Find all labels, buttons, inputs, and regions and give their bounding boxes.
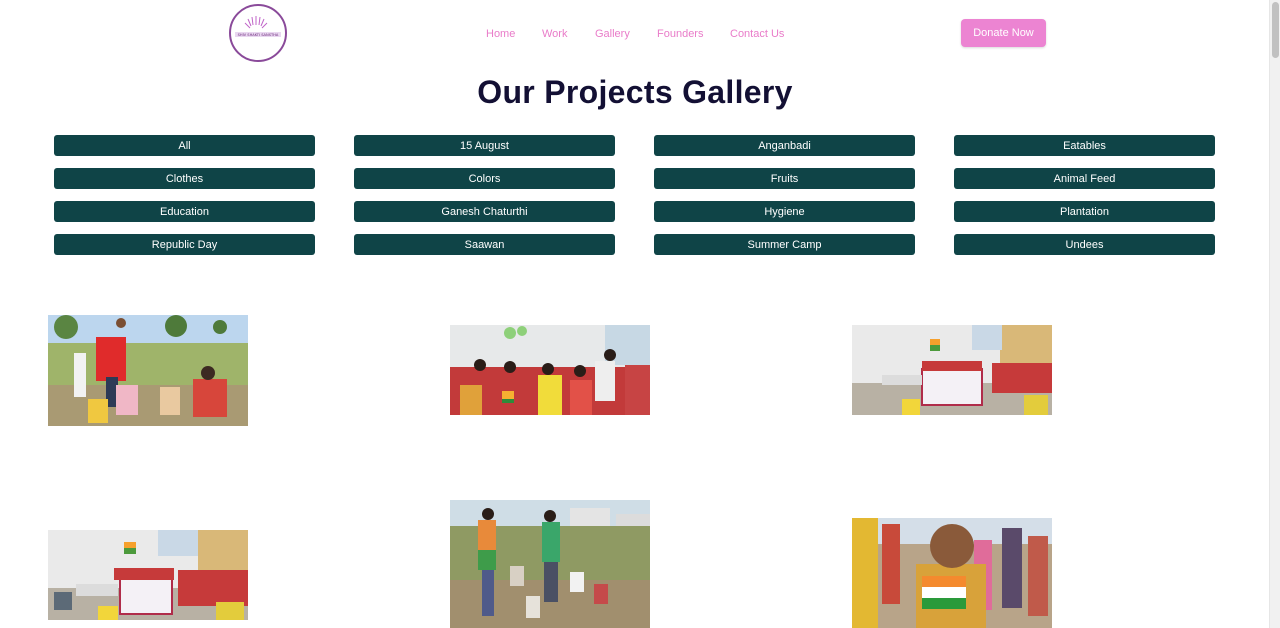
filter-hygiene-button[interactable]: Hygiene: [654, 201, 915, 222]
photo-image: [852, 518, 1052, 628]
photo-image: [450, 325, 650, 415]
filter-plantation-button[interactable]: Plantation: [954, 201, 1215, 222]
filter-all-button[interactable]: All: [54, 135, 315, 156]
filter-saawan-button[interactable]: Saawan: [354, 234, 615, 255]
page-scrollbar[interactable]: [1269, 0, 1280, 628]
page-title: Our Projects Gallery: [477, 74, 793, 110]
nav-gallery[interactable]: Gallery: [595, 27, 630, 41]
filter-15-august-button[interactable]: 15 August: [354, 135, 615, 156]
photo-image: [450, 500, 650, 628]
nav-founders[interactable]: Founders: [657, 27, 703, 41]
nav-contact-us[interactable]: Contact Us: [730, 27, 784, 41]
donate-now-button[interactable]: Donate Now: [961, 19, 1046, 47]
filter-clothes-button[interactable]: Clothes: [54, 168, 315, 189]
filter-eatables-button[interactable]: Eatables: [954, 135, 1215, 156]
filter-colors-button[interactable]: Colors: [354, 168, 615, 189]
filter-education-button[interactable]: Education: [54, 201, 315, 222]
filter-republic-day-button[interactable]: Republic Day: [54, 234, 315, 255]
gallery-photo[interactable]: [48, 315, 248, 426]
photo-image: [852, 325, 1052, 415]
filter-undees-button[interactable]: Undees: [954, 234, 1215, 255]
gallery-filters: All 15 August Anganbadi Eatables Clothes…: [54, 135, 1216, 255]
gallery-photo[interactable]: [450, 325, 650, 415]
photo-image: [48, 530, 248, 620]
filter-ganesh-chaturthi-button[interactable]: Ganesh Chaturthi: [354, 201, 615, 222]
gallery-photo[interactable]: [48, 530, 248, 620]
filter-fruits-button[interactable]: Fruits: [654, 168, 915, 189]
gallery-photo[interactable]: [450, 500, 650, 628]
photo-image: [48, 315, 248, 426]
gallery-photo[interactable]: [852, 325, 1052, 415]
nav-home[interactable]: Home: [486, 27, 515, 41]
gallery-photo[interactable]: [852, 518, 1052, 628]
main-nav: Home Work Gallery Founders Contact Us: [0, 27, 1280, 41]
scrollbar-thumb[interactable]: [1272, 2, 1279, 58]
page: SHIV SHAKTI SANSTHA Home Work Gallery Fo…: [0, 0, 1280, 628]
filter-summer-camp-button[interactable]: Summer Camp: [654, 234, 915, 255]
nav-work[interactable]: Work: [542, 27, 567, 41]
filter-anganbadi-button[interactable]: Anganbadi: [654, 135, 915, 156]
filter-animal-feed-button[interactable]: Animal Feed: [954, 168, 1215, 189]
